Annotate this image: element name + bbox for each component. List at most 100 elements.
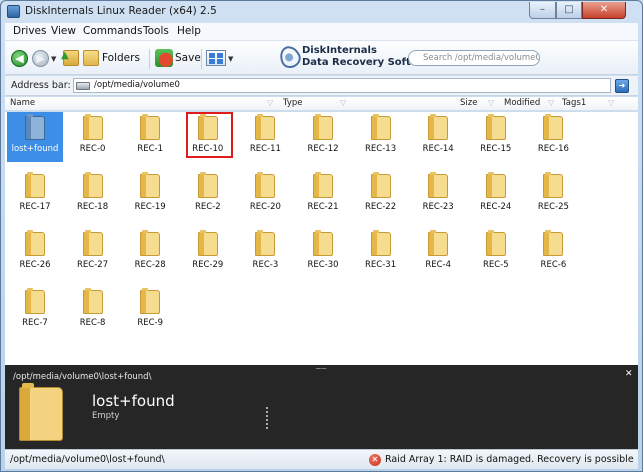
folder-icon [255, 114, 276, 140]
column-header: Name ▽ Type ▽ Size ▽ Modified ▽ Tags1 ▽ [5, 97, 638, 111]
folder-icon [197, 172, 218, 198]
file-label: REC-1 [137, 144, 164, 154]
menu-help[interactable]: Help [177, 25, 201, 37]
file-tile[interactable]: REC-11 [237, 112, 293, 162]
column-size[interactable]: Size [460, 98, 477, 108]
file-tile[interactable]: REC-9 [122, 286, 178, 336]
folder-icon [82, 172, 103, 198]
save-icon[interactable] [155, 49, 173, 67]
folder-icon [428, 172, 449, 198]
file-tile[interactable]: REC-7 [7, 286, 63, 336]
forward-button[interactable]: ▶ [32, 50, 49, 67]
file-tile[interactable]: REC-1 [122, 112, 178, 162]
address-input[interactable]: /opt/media/volume0 [73, 78, 611, 93]
file-label: lost+found [11, 144, 59, 154]
preview-folder-icon [19, 383, 63, 441]
file-tile[interactable]: lost+found [7, 112, 63, 162]
save-button[interactable]: Save [175, 52, 201, 64]
view-dropdown-icon[interactable]: ▼ [228, 55, 233, 63]
folder-icon [485, 114, 506, 140]
search-input[interactable]: Search /opt/media/volume0 [408, 50, 540, 66]
file-tile[interactable]: REC-21 [295, 170, 351, 220]
filter-icon[interactable]: ▽ [608, 98, 614, 107]
file-tile[interactable]: REC-0 [65, 112, 121, 162]
history-dropdown-icon[interactable]: ▼ [51, 55, 56, 63]
close-button[interactable]: ✕ [582, 2, 626, 19]
menu-drives[interactable]: Drives [13, 25, 46, 37]
column-type[interactable]: Type [283, 98, 303, 108]
diskinternals-logo-icon [276, 42, 304, 72]
file-label: REC-15 [480, 144, 512, 154]
file-tile[interactable]: REC-4 [410, 228, 466, 278]
folder-icon [82, 230, 103, 256]
file-tile[interactable]: REC-14 [410, 112, 466, 162]
address-bar: Address bar: /opt/media/volume0 ➜ [5, 76, 638, 96]
folders-button[interactable]: Folders [102, 52, 140, 64]
preview-path: /opt/media/volume0\lost+found\ [13, 372, 152, 382]
filter-icon[interactable]: ▽ [267, 98, 273, 107]
brand-name: DiskInternals [302, 45, 377, 56]
maximize-button[interactable]: □ [556, 2, 582, 19]
status-message[interactable]: Raid Array 1: RAID is damaged. Recovery … [385, 454, 634, 465]
menu-view[interactable]: View [51, 25, 76, 37]
file-tile[interactable]: REC-6 [525, 228, 581, 278]
toolbar-separator [149, 49, 150, 69]
file-tile[interactable]: REC-15 [468, 112, 524, 162]
folders-icon[interactable] [83, 50, 99, 66]
view-mode-icon[interactable] [206, 50, 226, 66]
folder-icon [428, 230, 449, 256]
resize-grip[interactable]: ········· [315, 365, 327, 373]
file-label: REC-7 [22, 318, 48, 328]
title-bar[interactable]: DiskInternals Linux Reader (x64) 2.5 – □… [1, 1, 642, 22]
file-tile[interactable]: REC-3 [237, 228, 293, 278]
file-label: REC-14 [422, 144, 454, 154]
file-label: REC-31 [365, 260, 397, 270]
folder-icon [140, 288, 161, 314]
folder-icon [25, 230, 45, 256]
file-tile[interactable]: REC-20 [237, 170, 293, 220]
file-tile[interactable]: REC-18 [65, 170, 121, 220]
file-tile[interactable]: REC-31 [353, 228, 409, 278]
file-label: REC-2 [194, 202, 221, 212]
minimize-button[interactable]: – [529, 2, 556, 19]
filter-icon[interactable]: ▽ [340, 98, 346, 107]
file-tile[interactable]: REC-26 [7, 228, 63, 278]
folder-icon [543, 172, 564, 198]
file-tile[interactable]: REC-8 [65, 286, 121, 336]
back-button[interactable]: ◀ [11, 50, 28, 67]
file-tile[interactable]: REC-5 [468, 228, 524, 278]
menu-tools[interactable]: Tools [143, 25, 169, 37]
go-button[interactable]: ➜ [615, 79, 629, 93]
address-label: Address bar: [11, 80, 71, 91]
status-path: /opt/media/volume0\lost+found\ [10, 454, 165, 465]
column-modified[interactable]: Modified [504, 98, 540, 108]
file-tile[interactable]: REC-2 [180, 170, 236, 220]
file-tile[interactable]: REC-30 [295, 228, 351, 278]
filter-icon[interactable]: ▽ [548, 98, 554, 107]
preview-close-icon[interactable]: ✕ [625, 369, 633, 379]
menu-commands[interactable]: Commands [83, 25, 142, 37]
column-tags[interactable]: Tags1 [562, 98, 586, 108]
folder-up-icon[interactable] [61, 50, 79, 66]
error-icon: ✕ [369, 454, 381, 466]
file-label: REC-23 [422, 202, 454, 212]
window-title: DiskInternals Linux Reader (x64) 2.5 [25, 5, 217, 17]
column-name[interactable]: Name [10, 98, 35, 108]
folder-icon [543, 114, 564, 140]
file-tile[interactable]: REC-13 [353, 112, 409, 162]
file-tile[interactable]: REC-17 [7, 170, 63, 220]
file-tile[interactable]: REC-29 [180, 228, 236, 278]
filter-icon[interactable]: ▽ [488, 98, 494, 107]
file-tile[interactable]: REC-27 [65, 228, 121, 278]
preview-status: Empty [92, 411, 120, 421]
file-tile[interactable]: REC-25 [525, 170, 581, 220]
file-tile[interactable]: REC-23 [410, 170, 466, 220]
file-tile[interactable]: REC-19 [122, 170, 178, 220]
file-tile[interactable]: REC-24 [468, 170, 524, 220]
file-tile[interactable]: REC-12 [295, 112, 351, 162]
folder-icon [313, 230, 333, 256]
file-tile[interactable]: REC-16 [525, 112, 581, 162]
splitter-handle[interactable] [266, 407, 268, 429]
file-tile[interactable]: REC-22 [353, 170, 409, 220]
file-tile[interactable]: REC-28 [122, 228, 178, 278]
